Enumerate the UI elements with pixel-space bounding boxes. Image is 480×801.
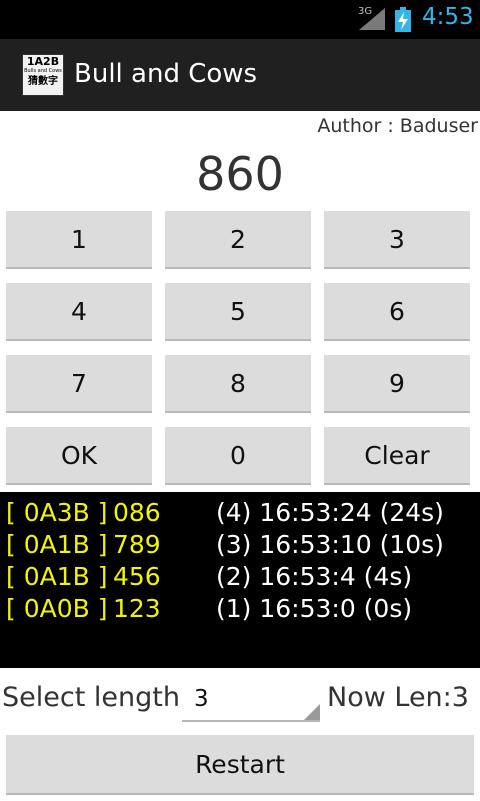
history-guess: 789 [113,530,161,559]
network-type-label: 3G [358,6,373,17]
input-display: 860 [196,147,284,201]
key-4[interactable]: 4 [6,283,152,341]
history-row: [ 0A0B ] 123 (1) 16:53:0 (0s) [0,593,480,625]
history-row: [ 0A1B ] 456 (2) 16:53:4 (4s) [0,561,480,593]
key-0[interactable]: 0 [165,427,311,485]
history-info: (3) 16:53:10 (10s) [216,530,444,559]
key-1[interactable]: 1 [6,211,152,269]
clear-button[interactable]: Clear [324,427,470,485]
history-row: [ 0A3B ] 086 (4) 16:53:24 (24s) [0,497,480,529]
key-6[interactable]: 6 [324,283,470,341]
status-clock: 4:53 [422,4,474,30]
now-length-label: Now Len:3 [327,682,469,713]
battery-charging-icon [395,7,411,32]
history-result: [ 0A1B ] [6,530,108,559]
status-bar: 3G 4:53 [0,0,480,39]
history-result: [ 0A1B ] [6,562,108,591]
key-2[interactable]: 2 [165,211,311,269]
guess-history[interactable]: [ 0A3B ] 086 (4) 16:53:24 (24s) [ 0A1B ]… [0,492,480,668]
history-guess: 086 [113,498,161,527]
key-9[interactable]: 9 [324,355,470,413]
history-row: [ 0A1B ] 789 (3) 16:53:10 (10s) [0,529,480,561]
restart-button[interactable]: Restart [6,735,474,795]
key-3[interactable]: 3 [324,211,470,269]
history-info: (2) 16:53:4 (4s) [216,562,413,591]
history-info: (4) 16:53:24 (24s) [216,498,444,527]
length-spinner[interactable]: 3 [182,680,320,722]
app-icon-line2: Bulls and Cows [24,68,62,74]
dropdown-corner-icon [304,704,320,720]
key-7[interactable]: 7 [6,355,152,413]
author-label: Author : Baduser [317,115,478,137]
app-icon: 1A2B Bulls and Cows 猜數字 [22,54,64,96]
key-8[interactable]: 8 [165,355,311,413]
app-icon-line3: 猜數字 [28,76,58,87]
select-length-label: Select length [2,682,180,713]
history-result: [ 0A3B ] [6,498,108,527]
app-icon-line1: 1A2B [26,55,60,68]
app-title: Bull and Cows [74,59,258,89]
action-bar: 1A2B Bulls and Cows 猜數字 Bull and Cows [0,39,480,111]
history-guess: 456 [113,562,161,591]
history-guess: 123 [113,594,161,623]
history-result: [ 0A0B ] [6,594,108,623]
history-info: (1) 16:53:0 (0s) [216,594,413,623]
length-spinner-value: 3 [194,686,209,712]
ok-button[interactable]: OK [6,427,152,485]
key-5[interactable]: 5 [165,283,311,341]
